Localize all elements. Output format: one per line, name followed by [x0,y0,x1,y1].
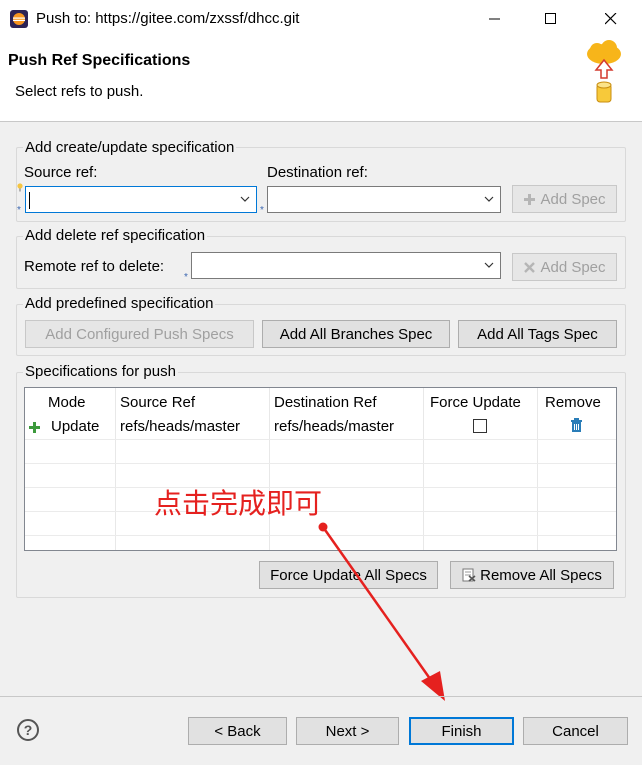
row-mode[interactable]: Update [51,418,99,435]
destination-ref-combo[interactable] [267,186,501,213]
trash-icon[interactable] [570,418,583,433]
chevron-down-icon [484,196,494,202]
back-button[interactable]: < Back [188,717,287,745]
text-caret [29,192,30,209]
remote-ref-label: Remote ref to delete: [24,258,165,275]
create-update-group-title: Add create/update specification [23,139,237,156]
specifications-group-title: Specifications for push [23,363,178,380]
cancel-button[interactable]: Cancel [523,717,628,745]
minimize-icon [489,18,500,20]
source-ref-combo[interactable] [25,186,257,213]
column-divider [115,388,116,550]
predefined-group-title: Add predefined specification [23,295,216,312]
window-title: Push to: https://gitee.com/zxssf/dhcc.gi… [36,10,300,27]
row-divider [25,463,616,464]
close-button[interactable] [588,0,634,38]
maximize-icon [545,13,556,24]
plus-icon [524,193,536,205]
row-destination-ref[interactable]: refs/heads/master [274,418,394,435]
row-divider [25,439,616,440]
column-header-destination-ref[interactable]: Destination Ref [274,388,377,416]
chevron-down-icon [240,196,250,202]
annotation-text: 点击完成即可 [154,487,323,520]
force-update-checkbox[interactable] [473,419,487,433]
add-configured-push-specs-button[interactable]: Add Configured Push Specs [25,320,254,348]
column-header-mode[interactable]: Mode [48,388,86,416]
column-divider [423,388,424,550]
close-icon [605,13,617,25]
column-divider [269,388,270,550]
push-cloud-icon [587,40,621,103]
destination-ref-label: Destination ref: [267,164,368,181]
add-spec-label: Add Spec [540,190,606,208]
remove-all-icon [462,568,476,582]
required-marker: * [184,272,188,283]
row-divider [25,535,616,536]
column-header-source-ref[interactable]: Source Ref [120,388,195,416]
delete-x-icon [524,261,536,273]
table-row[interactable]: Update refs/heads/master refs/heads/mast… [25,416,616,439]
remove-all-specs-label: Remove All Specs [480,566,602,584]
column-header-remove[interactable]: Remove [545,388,601,416]
eclipse-app-icon [10,10,28,28]
delete-ref-group-title: Add delete ref specification [23,227,208,244]
add-icon [29,422,40,433]
page-title: Push Ref Specifications [8,52,191,69]
source-ref-label: Source ref: [24,164,98,181]
footer-separator [0,696,642,697]
wizard-header: Push Ref Specifications Select refs to p… [0,38,642,122]
page-description: Select refs to push. [15,83,144,100]
add-spec-button[interactable]: Add Spec [512,185,617,213]
chevron-down-icon [484,262,494,268]
push-specs-table: Mode Source Ref Destination Ref Force Up… [24,387,617,551]
window-titlebar: Push to: https://gitee.com/zxssf/dhcc.gi… [0,0,642,38]
add-all-branches-spec-button[interactable]: Add All Branches Spec [262,320,450,348]
add-delete-spec-label: Add Spec [540,258,606,276]
force-update-all-specs-button[interactable]: Force Update All Specs [259,561,438,589]
remote-ref-combo[interactable] [191,252,501,279]
column-header-force-update[interactable]: Force Update [430,388,521,416]
next-button[interactable]: Next > [296,717,399,745]
maximize-button[interactable] [528,0,574,38]
add-all-tags-spec-button[interactable]: Add All Tags Spec [458,320,617,348]
lightbulb-hint-icon [17,183,23,192]
add-delete-spec-button[interactable]: Add Spec [512,253,617,281]
minimize-button[interactable] [472,0,518,38]
required-marker: * [17,205,21,216]
remove-all-specs-button[interactable]: Remove All Specs [450,561,614,589]
help-button[interactable]: ? [17,719,39,741]
column-divider [537,388,538,550]
required-marker: * [260,205,264,216]
row-source-ref[interactable]: refs/heads/master [120,418,240,435]
finish-button[interactable]: Finish [409,717,514,745]
